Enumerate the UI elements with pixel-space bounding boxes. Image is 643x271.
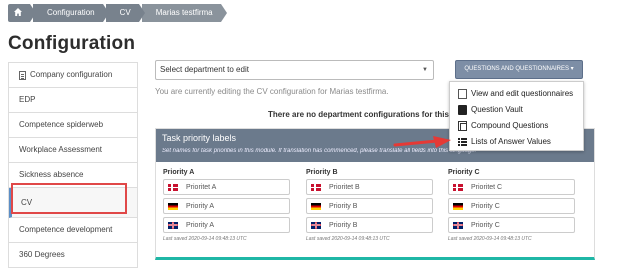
compound-icon <box>458 121 467 131</box>
list-icon <box>458 137 467 147</box>
document-icon <box>19 70 26 80</box>
menu-item-view-edit-questionnaires[interactable]: View and edit questionnaires <box>450 86 583 102</box>
input-value: Priority B <box>329 221 358 229</box>
input-value: Priority A <box>186 221 215 229</box>
sidebar-item-360-degrees[interactable]: 360 Degrees <box>9 243 137 268</box>
questions-button-label: QUESTIONS AND QUESTIONNAIRES <box>464 66 569 72</box>
no-department-config-text: There are no department configurations f… <box>268 110 457 119</box>
department-select[interactable]: Select department to edit ▼ <box>155 60 434 80</box>
breadcrumb: Configuration CV Marias testfirma <box>8 4 227 22</box>
germany-flag-icon <box>168 202 178 210</box>
last-saved-text: Last saved 2020-09-14 09:48:13 UTC <box>163 236 247 242</box>
file-icon <box>458 89 467 99</box>
priority-c-danish-input[interactable]: Prioritet C <box>448 179 575 195</box>
breadcrumb-home[interactable] <box>8 4 36 22</box>
uk-flag-icon <box>311 221 321 229</box>
denmark-flag-icon <box>168 183 178 191</box>
uk-flag-icon <box>168 221 178 229</box>
priority-b-column: Priority B Prioritet B Priority B Priori… <box>306 169 433 242</box>
sidebar-item-company-configuration[interactable]: Company configuration <box>9 63 137 88</box>
germany-flag-icon <box>311 202 321 210</box>
sidebar-item-competence-development[interactable]: Competence development <box>9 218 137 243</box>
priority-label: Priority B <box>306 169 338 176</box>
breadcrumb-cv[interactable]: CV <box>105 4 145 22</box>
sidebar-item-label: Competence spiderweb <box>19 120 104 129</box>
cv-highlight-box <box>11 183 127 214</box>
page-title: Configuration <box>8 33 136 54</box>
sidebar-item-label: Competence development <box>19 225 113 234</box>
priority-c-column: Priority C Prioritet C Priority C Priori… <box>448 169 575 242</box>
red-arrow-annotation <box>393 136 451 148</box>
input-value: Prioritet C <box>471 183 503 191</box>
priority-a-german-input[interactable]: Priority A <box>163 198 290 214</box>
input-value: Priority B <box>329 202 358 210</box>
sidebar-item-label: Company configuration <box>30 70 113 79</box>
menu-item-compound-questions[interactable]: Compound Questions <box>450 118 583 134</box>
editing-info-text: You are currently editing the CV configu… <box>155 87 389 96</box>
sidebar-item-competence-spiderweb[interactable]: Competence spiderweb <box>9 113 137 138</box>
last-saved-text: Last saved 2020-09-14 09:48:13 UTC <box>448 236 532 242</box>
menu-item-label: Lists of Answer Values <box>471 137 551 146</box>
priority-b-danish-input[interactable]: Prioritet B <box>306 179 433 195</box>
input-value: Prioritet A <box>186 183 217 191</box>
input-value: Priority C <box>471 202 500 210</box>
sidebar-item-label: Workplace Assessment <box>19 145 102 154</box>
priority-b-english-input[interactable]: Priority B <box>306 217 433 233</box>
home-icon <box>14 8 22 16</box>
priority-c-english-input[interactable]: Priority C <box>448 217 575 233</box>
last-saved-text: Last saved 2020-09-14 09:48:13 UTC <box>306 236 390 242</box>
caret-down-icon: ▾ <box>570 66 574 72</box>
priority-label: Priority C <box>448 169 480 176</box>
menu-item-lists-of-answer-values[interactable]: Lists of Answer Values <box>450 134 583 150</box>
breadcrumb-company[interactable]: Marias testfirma <box>141 4 227 22</box>
priority-a-english-input[interactable]: Priority A <box>163 217 290 233</box>
sidebar-item-workplace-assessment[interactable]: Workplace Assessment <box>9 138 137 163</box>
caret-down-icon: ▼ <box>422 67 428 73</box>
priority-a-column: Priority A Prioritet A Priority A Priori… <box>163 169 290 242</box>
priority-b-german-input[interactable]: Priority B <box>306 198 433 214</box>
priority-a-danish-input[interactable]: Prioritet A <box>163 179 290 195</box>
input-value: Priority C <box>471 221 500 229</box>
breadcrumb-configuration[interactable]: Configuration <box>33 4 109 22</box>
priority-c-german-input[interactable]: Priority C <box>448 198 575 214</box>
input-value: Prioritet B <box>329 183 360 191</box>
sidebar-item-edp[interactable]: EDP <box>9 88 137 113</box>
germany-flag-icon <box>453 202 463 210</box>
sidebar-item-label: EDP <box>19 95 36 104</box>
questions-dropdown-menu: View and edit questionnaires Question Va… <box>449 81 584 151</box>
priority-label: Priority A <box>163 169 195 176</box>
uk-flag-icon <box>453 221 463 229</box>
sidebar-item-label: 360 Degrees <box>19 250 65 259</box>
denmark-flag-icon <box>311 183 321 191</box>
menu-item-label: View and edit questionnaires <box>471 89 574 98</box>
denmark-flag-icon <box>453 183 463 191</box>
questions-and-questionnaires-button[interactable]: QUESTIONS AND QUESTIONNAIRES ▾ <box>455 60 583 79</box>
vault-icon <box>458 105 467 115</box>
input-value: Priority A <box>186 202 215 210</box>
sidebar-nav: Company configuration EDP Competence spi… <box>8 62 138 268</box>
menu-item-label: Compound Questions <box>471 121 549 130</box>
menu-item-label: Question Vault <box>471 105 523 114</box>
department-select-value: Select department to edit <box>160 65 249 74</box>
menu-item-question-vault[interactable]: Question Vault <box>450 102 583 118</box>
